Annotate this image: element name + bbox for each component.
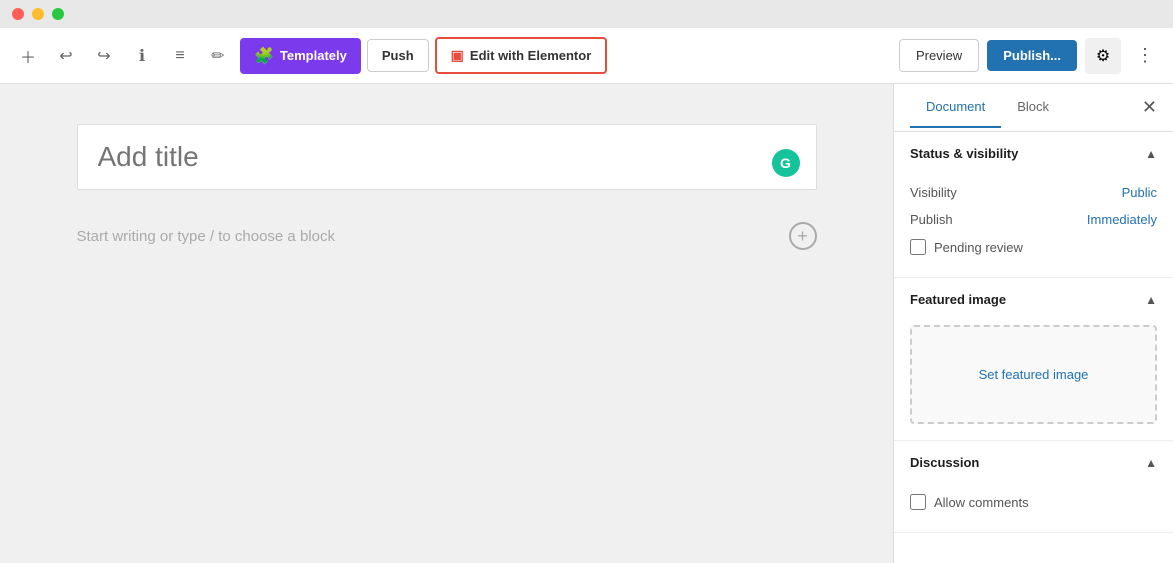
push-label: Push xyxy=(382,48,414,63)
chevron-up-icon: ▲ xyxy=(1145,147,1157,161)
preview-button[interactable]: Preview xyxy=(899,39,979,72)
allow-comments-checkbox[interactable] xyxy=(910,494,926,510)
visibility-row: Visibility Public xyxy=(910,179,1157,206)
settings-button[interactable]: ⚙ xyxy=(1085,38,1121,74)
status-visibility-content: Visibility Public Publish Immediately Pe… xyxy=(894,175,1173,277)
sidebar: Document Block ✕ Status & visibility ▲ V… xyxy=(893,84,1173,563)
toolbar: ＋ ↩ ↪ ℹ ≡ ✏ 🧩 Templately Push ▣ Edit wit… xyxy=(0,28,1173,84)
push-button[interactable]: Push xyxy=(367,39,429,72)
redo-button[interactable]: ↪ xyxy=(88,40,120,72)
title-input[interactable] xyxy=(98,141,796,173)
visibility-label: Visibility xyxy=(910,185,957,200)
document-tab-label: Document xyxy=(926,99,985,114)
discussion-header[interactable]: Discussion ▲ xyxy=(894,441,1173,484)
status-visibility-header[interactable]: Status & visibility ▲ xyxy=(894,132,1173,175)
pen-button[interactable]: ✏ xyxy=(202,40,234,72)
publish-value[interactable]: Immediately xyxy=(1087,212,1157,227)
discussion-section: Discussion ▲ Allow comments xyxy=(894,441,1173,533)
gear-icon: ⚙ xyxy=(1096,46,1110,66)
tab-block[interactable]: Block xyxy=(1001,87,1065,128)
publish-row: Publish Immediately xyxy=(910,206,1157,233)
chevron-up-icon-3: ▲ xyxy=(1145,456,1157,470)
undo-button[interactable]: ↩ xyxy=(50,40,82,72)
content-placeholder-text: Start writing or type / to choose a bloc… xyxy=(77,228,335,245)
pending-review-checkbox[interactable] xyxy=(910,239,926,255)
title-bar xyxy=(0,0,1173,28)
featured-image-header[interactable]: Featured image ▲ xyxy=(894,278,1173,321)
discussion-content: Allow comments xyxy=(894,484,1173,532)
sidebar-close-button[interactable]: ✕ xyxy=(1142,97,1157,118)
info-icon: ℹ xyxy=(139,46,145,66)
list-view-button[interactable]: ≡ xyxy=(164,40,196,72)
add-block-toolbar-button[interactable]: ＋ xyxy=(12,40,44,72)
elementor-label: Edit with Elementor xyxy=(470,48,591,63)
publish-label: Publish xyxy=(910,212,953,227)
edit-with-elementor-button[interactable]: ▣ Edit with Elementor xyxy=(435,37,608,74)
editor-inner: G Start writing or type / to choose a bl… xyxy=(17,84,877,298)
templately-icon: 🧩 xyxy=(254,46,274,66)
close-icon: ✕ xyxy=(1142,97,1157,117)
featured-image-content: Set featured image xyxy=(894,321,1173,440)
set-featured-image-label: Set featured image xyxy=(979,367,1089,382)
publish-label: Publish... xyxy=(1003,48,1061,63)
allow-comments-label: Allow comments xyxy=(934,495,1029,510)
content-block: Start writing or type / to choose a bloc… xyxy=(77,214,817,258)
toolbar-left: ＋ ↩ ↪ ℹ ≡ ✏ 🧩 Templately Push ▣ Edit wit… xyxy=(12,37,891,74)
ellipsis-icon: ⋮ xyxy=(1136,45,1154,66)
sidebar-tabs: Document Block xyxy=(910,87,1065,128)
tab-document[interactable]: Document xyxy=(910,87,1001,128)
minimize-button[interactable] xyxy=(32,8,44,20)
title-block: G xyxy=(77,124,817,190)
add-block-button[interactable]: + xyxy=(789,222,817,250)
maximize-button[interactable] xyxy=(52,8,64,20)
set-featured-image-button[interactable]: Set featured image xyxy=(910,325,1157,424)
pending-review-row: Pending review xyxy=(910,233,1157,261)
editor-area: G Start writing or type / to choose a bl… xyxy=(0,84,893,563)
featured-image-title: Featured image xyxy=(910,292,1006,307)
visibility-value[interactable]: Public xyxy=(1122,185,1157,200)
list-icon: ≡ xyxy=(175,47,184,65)
info-button[interactable]: ℹ xyxy=(126,40,158,72)
templately-button[interactable]: 🧩 Templately xyxy=(240,38,361,74)
grammarly-icon: G xyxy=(772,149,800,177)
close-button[interactable] xyxy=(12,8,24,20)
allow-comments-row: Allow comments xyxy=(910,488,1157,516)
main-layout: G Start writing or type / to choose a bl… xyxy=(0,84,1173,563)
undo-icon: ↩ xyxy=(59,46,72,66)
status-visibility-section: Status & visibility ▲ Visibility Public … xyxy=(894,132,1173,278)
discussion-title: Discussion xyxy=(910,455,979,470)
block-tab-label: Block xyxy=(1017,99,1049,114)
plus-circle-icon: + xyxy=(797,226,808,247)
more-options-button[interactable]: ⋮ xyxy=(1129,40,1161,72)
featured-image-section: Featured image ▲ Set featured image xyxy=(894,278,1173,441)
toolbar-right: Preview Publish... ⚙ ⋮ xyxy=(899,38,1161,74)
pen-icon: ✏ xyxy=(211,46,224,66)
publish-button[interactable]: Publish... xyxy=(987,40,1077,71)
sidebar-header: Document Block ✕ xyxy=(894,84,1173,132)
redo-icon: ↪ xyxy=(97,46,110,66)
templately-label: Templately xyxy=(280,48,347,63)
elementor-icon: ▣ xyxy=(451,47,464,64)
plus-icon: ＋ xyxy=(20,44,36,68)
status-visibility-title: Status & visibility xyxy=(910,146,1018,161)
chevron-up-icon-2: ▲ xyxy=(1145,293,1157,307)
preview-label: Preview xyxy=(916,48,962,63)
pending-review-label: Pending review xyxy=(934,240,1023,255)
